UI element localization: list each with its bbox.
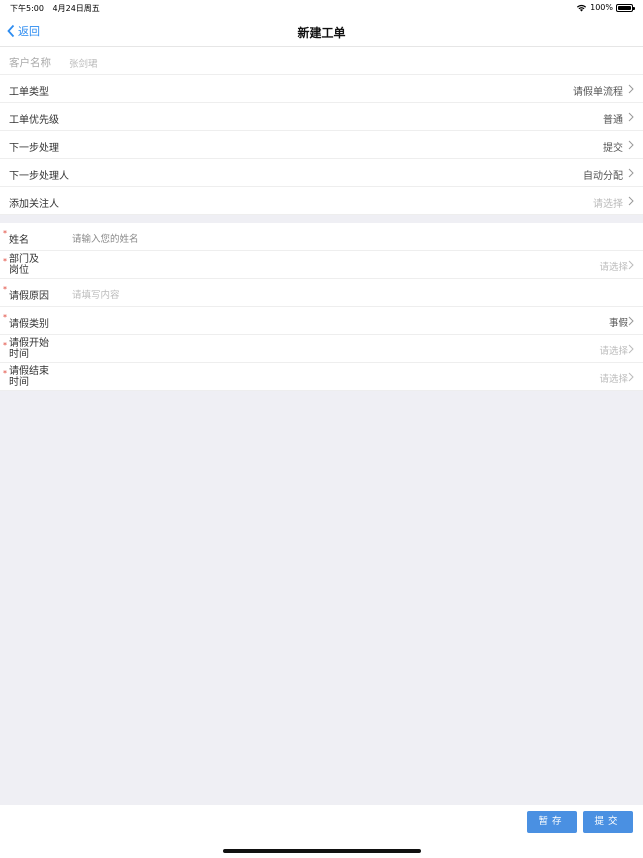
required-mark: * [3, 369, 7, 378]
name-input[interactable]: 请输入您的姓名 [72, 231, 139, 245]
department-label: 部门及 岗位 [9, 254, 39, 276]
department-value: 请选择 [599, 262, 628, 273]
ticket-priority-row[interactable]: 工单优先级 普通 [0, 103, 643, 131]
customer-row: 客户名称 张剑珺 [0, 47, 643, 75]
ticket-type-row[interactable]: 工单类型 请假单流程 [0, 75, 643, 103]
leave-start-row[interactable]: * 请假开始 时间 请选择 [0, 335, 643, 363]
chevron-right-icon [628, 112, 634, 122]
submit-button[interactable]: 提交 [583, 811, 633, 833]
next-step-label: 下一步处理 [9, 143, 59, 154]
leave-end-row[interactable]: * 请假结束 时间 请选择 [0, 363, 643, 391]
status-bar: 下午5:00 4月24日周五 100% [0, 0, 643, 16]
chevron-right-icon [628, 84, 634, 94]
status-left: 下午5:00 4月24日周五 [10, 3, 106, 14]
save-draft-button[interactable]: 暂存 [527, 811, 577, 833]
required-mark: * [3, 257, 7, 266]
next-handler-value: 自动分配 [583, 171, 623, 182]
add-follower-row[interactable]: 添加关注人 请选择 [0, 187, 643, 215]
leave-start-value: 请选择 [599, 346, 628, 357]
battery-percent: 100% [590, 3, 613, 12]
chevron-right-icon [628, 168, 634, 178]
chevron-right-icon [628, 344, 634, 354]
chevron-right-icon [628, 316, 634, 326]
ticket-type-label: 工单类型 [9, 87, 49, 98]
status-time: 下午5:00 [10, 4, 44, 13]
ticket-priority-value: 普通 [603, 115, 623, 126]
next-step-row[interactable]: 下一步处理 提交 [0, 131, 643, 159]
chevron-right-icon [628, 196, 634, 206]
leave-form-section: * 姓名 请输入您的姓名 * 部门及 岗位 请选择 * 请假原因 请填写内容 * … [0, 223, 643, 391]
chevron-right-icon [628, 260, 634, 270]
chevron-right-icon [628, 372, 634, 382]
customer-label: 客户名称 [9, 57, 51, 69]
status-date: 4月24日周五 [52, 4, 100, 13]
department-row[interactable]: * 部门及 岗位 请选择 [0, 251, 643, 279]
leave-type-row[interactable]: * 请假类别 事假 [0, 307, 643, 335]
footer-bar: 暂存 提交 [0, 805, 643, 858]
home-indicator[interactable] [223, 849, 421, 853]
ticket-type-value: 请假单流程 [573, 87, 623, 98]
leave-end-label: 请假结束 时间 [9, 366, 49, 388]
chevron-right-icon [628, 140, 634, 150]
leave-reason-label: 请假原因 [9, 291, 49, 302]
page-title: 新建工单 [297, 26, 346, 40]
required-mark: * [3, 285, 7, 294]
leave-reason-row: * 请假原因 请填写内容 [0, 279, 643, 307]
add-follower-label: 添加关注人 [9, 199, 59, 210]
ticket-settings-section: 客户名称 张剑珺 工单类型 请假单流程 工单优先级 普通 下一步处理 提交 下一… [0, 47, 643, 215]
ticket-priority-label: 工单优先级 [9, 115, 59, 126]
customer-value: 张剑珺 [69, 59, 98, 70]
wifi-icon [577, 4, 587, 12]
required-mark: * [3, 341, 7, 350]
status-right: 100% [576, 3, 635, 12]
next-step-value: 提交 [603, 143, 623, 154]
leave-type-value: 事假 [608, 318, 628, 329]
leave-start-label: 请假开始 时间 [9, 338, 49, 360]
battery-icon [616, 3, 635, 12]
required-mark: * [3, 313, 7, 322]
next-handler-label: 下一步处理人 [9, 171, 69, 182]
add-follower-value: 请选择 [593, 199, 623, 210]
next-handler-row[interactable]: 下一步处理人 自动分配 [0, 159, 643, 187]
leave-end-value: 请选择 [599, 374, 628, 385]
leave-reason-input[interactable]: 请填写内容 [72, 287, 120, 301]
navigation-bar: 返回 新建工单 [0, 16, 643, 47]
leave-type-label: 请假类别 [9, 319, 49, 330]
name-row: * 姓名 请输入您的姓名 [0, 223, 643, 251]
name-label: 姓名 [9, 235, 29, 246]
required-mark: * [3, 229, 7, 238]
